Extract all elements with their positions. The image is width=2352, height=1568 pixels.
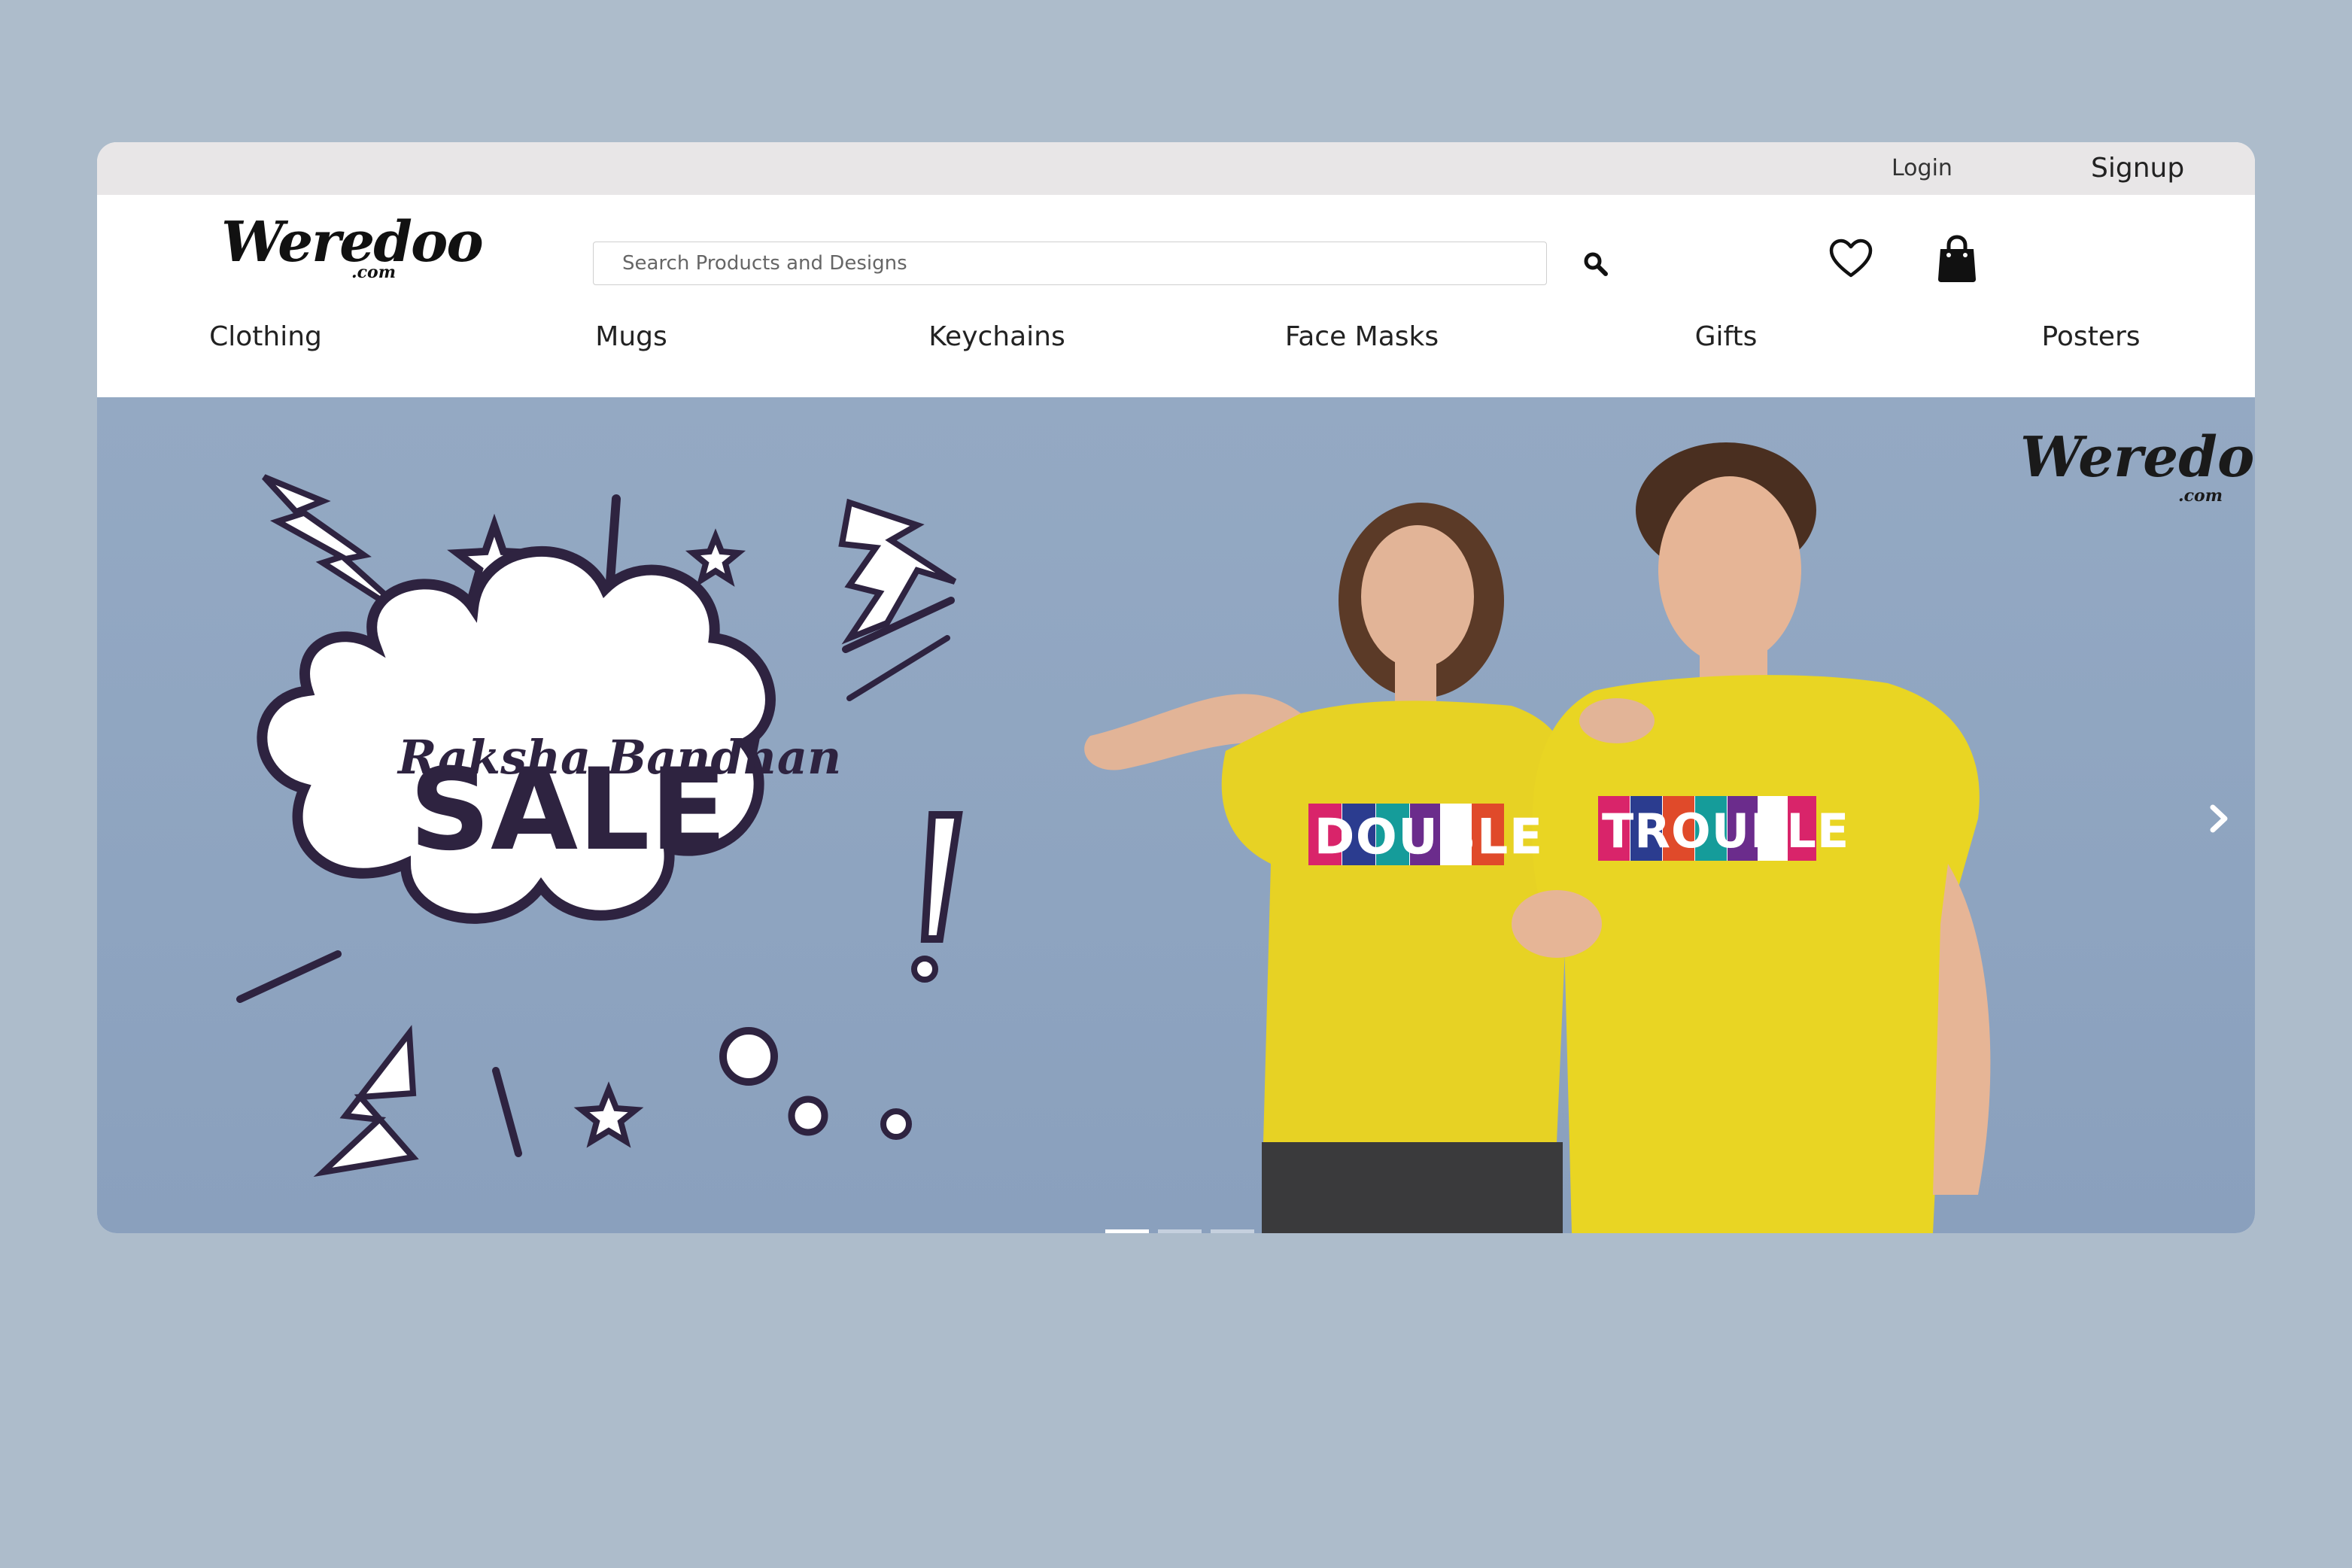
page-card: Login Signup Weredoo .com Search Product…	[97, 142, 2255, 1233]
hero-watermark-logo: Weredoo	[2020, 425, 2255, 490]
hero-banner-image: Raksha Bandhan SALE DOUBLE TROUBLE Wered…	[236, 425, 2255, 1233]
search-input[interactable]	[593, 242, 1547, 285]
shirt-right-label: TROUBLE	[1602, 804, 1849, 858]
nav-item-keychains[interactable]: Keychains	[928, 308, 1065, 366]
carousel-indicator-1[interactable]	[1105, 1229, 1149, 1233]
header: Weredoo .com Clothing Mugs	[97, 195, 2255, 352]
brand-logo-text: Weredoo	[221, 210, 484, 275]
carousel-prev-button[interactable]	[315, 792, 353, 845]
nav-item-gifts[interactable]: Gifts	[1695, 308, 1758, 366]
nav-item-face-masks[interactable]: Face Masks	[1285, 308, 1439, 366]
chevron-left-icon	[326, 804, 344, 833]
category-nav: Clothing Mugs Keychains Face Masks Gifts…	[97, 308, 2255, 366]
shopping-bag-icon	[1938, 235, 1976, 282]
top-bar: Login Signup	[97, 142, 2255, 195]
hero-carousel: Raksha Bandhan SALE DOUBLE TROUBLE Wered…	[97, 397, 2255, 1233]
login-link[interactable]: Login	[1892, 142, 1952, 195]
signup-link[interactable]: Signup	[2091, 142, 2184, 195]
shirt-text-right: TROUBLE	[1598, 796, 1849, 861]
search-button[interactable]	[1582, 251, 1609, 278]
nav-item-mugs[interactable]: Mugs	[595, 308, 667, 366]
brand-logo-suffix: .com	[351, 263, 397, 282]
cart-button[interactable]	[1934, 234, 1980, 284]
shirt-text-left: DOUBLE	[1308, 804, 1544, 865]
wishlist-button[interactable]	[1828, 236, 1874, 283]
brand-logo[interactable]: Weredoo .com	[221, 214, 484, 290]
sale-main-text: SALE	[409, 745, 727, 876]
heart-icon	[1829, 239, 1873, 278]
nav-item-posters[interactable]: Posters	[2041, 308, 2140, 366]
search-icon	[1584, 252, 1608, 276]
hero-watermark-suffix: .com	[2178, 486, 2223, 506]
carousel-next-button[interactable]	[2201, 792, 2238, 845]
nav-item-clothing[interactable]: Clothing	[209, 308, 322, 366]
carousel-indicator-3[interactable]	[1211, 1229, 1254, 1233]
shirt-left-label: DOUBLE	[1314, 810, 1544, 865]
chevron-right-icon	[2210, 804, 2228, 833]
carousel-indicator-2[interactable]	[1158, 1229, 1202, 1233]
